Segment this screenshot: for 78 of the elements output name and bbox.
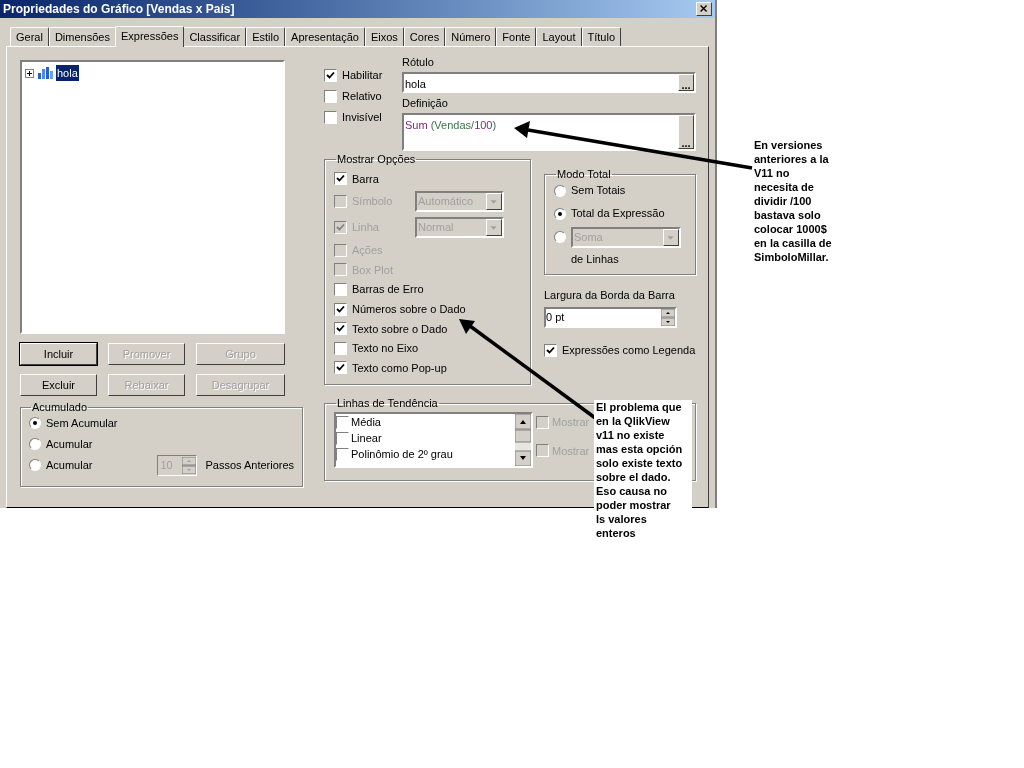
checkbox-label: Expressões como Legenda	[562, 343, 696, 358]
checkbox-label: Média	[351, 414, 381, 430]
tab[interactable]: Geral	[10, 27, 49, 46]
field-label: Definição	[402, 96, 449, 110]
checkbox[interactable]	[336, 415, 349, 429]
checkbox[interactable]	[334, 283, 347, 297]
radio-label: Acumular	[46, 436, 93, 452]
field-label: Rótulo	[402, 55, 435, 69]
button[interactable]: Incluir	[20, 343, 97, 365]
radio-button[interactable]	[29, 459, 41, 471]
tab[interactable]: Número	[445, 27, 497, 46]
tab[interactable]: Layout	[536, 27, 582, 46]
button[interactable]: Excluir	[20, 374, 97, 396]
annotation-text: El problema que en la QlikView v11 no existe mas esta opción solo existe texto sobre el dado. Eso causa no poder mostrar ls valores enteros	[594, 400, 692, 540]
tab[interactable]: Apresentação	[285, 27, 365, 46]
radio-button[interactable]	[554, 207, 566, 220]
radio-label: de Linhas	[571, 252, 620, 267]
checkbox-label: Linear	[351, 430, 382, 446]
bar-chart-icon	[37, 67, 53, 79]
checkbox-label: Texto sobre o Dado	[352, 321, 448, 337]
checkbox-label: Polinômio de 2º grau	[351, 446, 453, 462]
checkbox-label: Habilitar	[342, 68, 383, 84]
group-title: Modo Total	[556, 168, 612, 180]
radio-label: Sem Acumular	[46, 415, 118, 431]
field-value: hola	[404, 77, 427, 91]
tab[interactable]: Cores	[403, 27, 446, 46]
radio-button[interactable]	[29, 438, 41, 450]
checkbox[interactable]	[334, 172, 347, 186]
checkbox-label: Barra	[352, 171, 379, 187]
field-value: Sum (Vendas/100)	[404, 118, 498, 133]
radio-label: Total da Expressão	[571, 206, 665, 222]
checkbox[interactable]	[324, 69, 337, 82]
checkbox[interactable]	[336, 431, 349, 445]
window-title: Propriedades do Gráfico [Vendas x País]	[3, 1, 235, 18]
checkbox[interactable]	[324, 90, 337, 103]
spinner-arrows-icon[interactable]	[661, 309, 675, 326]
radio-button[interactable]	[554, 231, 566, 243]
ellipsis-button[interactable]: ...	[678, 115, 694, 149]
checkbox-label: Barras de Erro	[352, 282, 424, 298]
checkbox[interactable]	[334, 341, 347, 355]
tab[interactable]: Classificar	[183, 27, 247, 46]
checkbox[interactable]	[334, 302, 347, 316]
checkbox-label: Texto no Eixo	[352, 341, 419, 357]
tab[interactable]: Dimensões	[48, 27, 116, 46]
tab[interactable]: Fonte	[496, 27, 537, 46]
expression-editor[interactable]: Sum (Vendas/100) ...	[402, 113, 696, 151]
steps-label: Passos Anteriores	[205, 457, 295, 473]
checkbox-label: Relativo	[342, 89, 382, 105]
text-field[interactable]: hola ...	[402, 72, 696, 93]
radio-button[interactable]	[554, 184, 566, 197]
spin-value: 0 pt	[546, 310, 566, 326]
checkbox[interactable]	[334, 322, 347, 336]
spin-box[interactable]: 0 pt	[544, 307, 677, 328]
checkbox-label: Números sobre o Dado	[352, 301, 466, 317]
radio-label: Sem Totais	[571, 183, 626, 199]
checkbox-label: Invisível	[342, 110, 382, 126]
close-icon[interactable]	[696, 2, 712, 16]
tab[interactable]: Eixos	[364, 27, 404, 46]
checkbox-label: Texto como Pop-up	[352, 360, 447, 376]
field-label: Largura da Borda da Barra	[544, 288, 676, 302]
group-title: Acumulado	[31, 401, 89, 413]
checkbox[interactable]	[544, 343, 557, 357]
checkbox[interactable]	[324, 111, 337, 124]
expression-tree[interactable]: hola	[20, 60, 285, 334]
tree-item[interactable]: hola	[56, 65, 79, 81]
group-title: Linhas de Tendência	[336, 397, 439, 409]
tab[interactable]: Expressões	[114, 26, 185, 47]
tab[interactable]: Estilo	[246, 27, 286, 46]
radio-label: Acumular	[46, 457, 93, 473]
radio-button[interactable]	[29, 417, 41, 429]
checkbox[interactable]	[334, 361, 347, 375]
list-box[interactable]: Média Linear Polinômio de 2º grau	[334, 412, 533, 468]
scrollbar[interactable]	[515, 414, 531, 466]
ellipsis-button[interactable]: ...	[678, 74, 694, 91]
group-title: Mostrar Opções	[336, 153, 417, 165]
tab[interactable]: Título	[581, 27, 621, 46]
annotation-text: En versiones anteriores a la V11 no necesita de dividir /100 bastava solo colocar 1000$ en la casilla de SimboloMillar.	[753, 138, 833, 264]
expand-icon[interactable]	[25, 68, 34, 78]
